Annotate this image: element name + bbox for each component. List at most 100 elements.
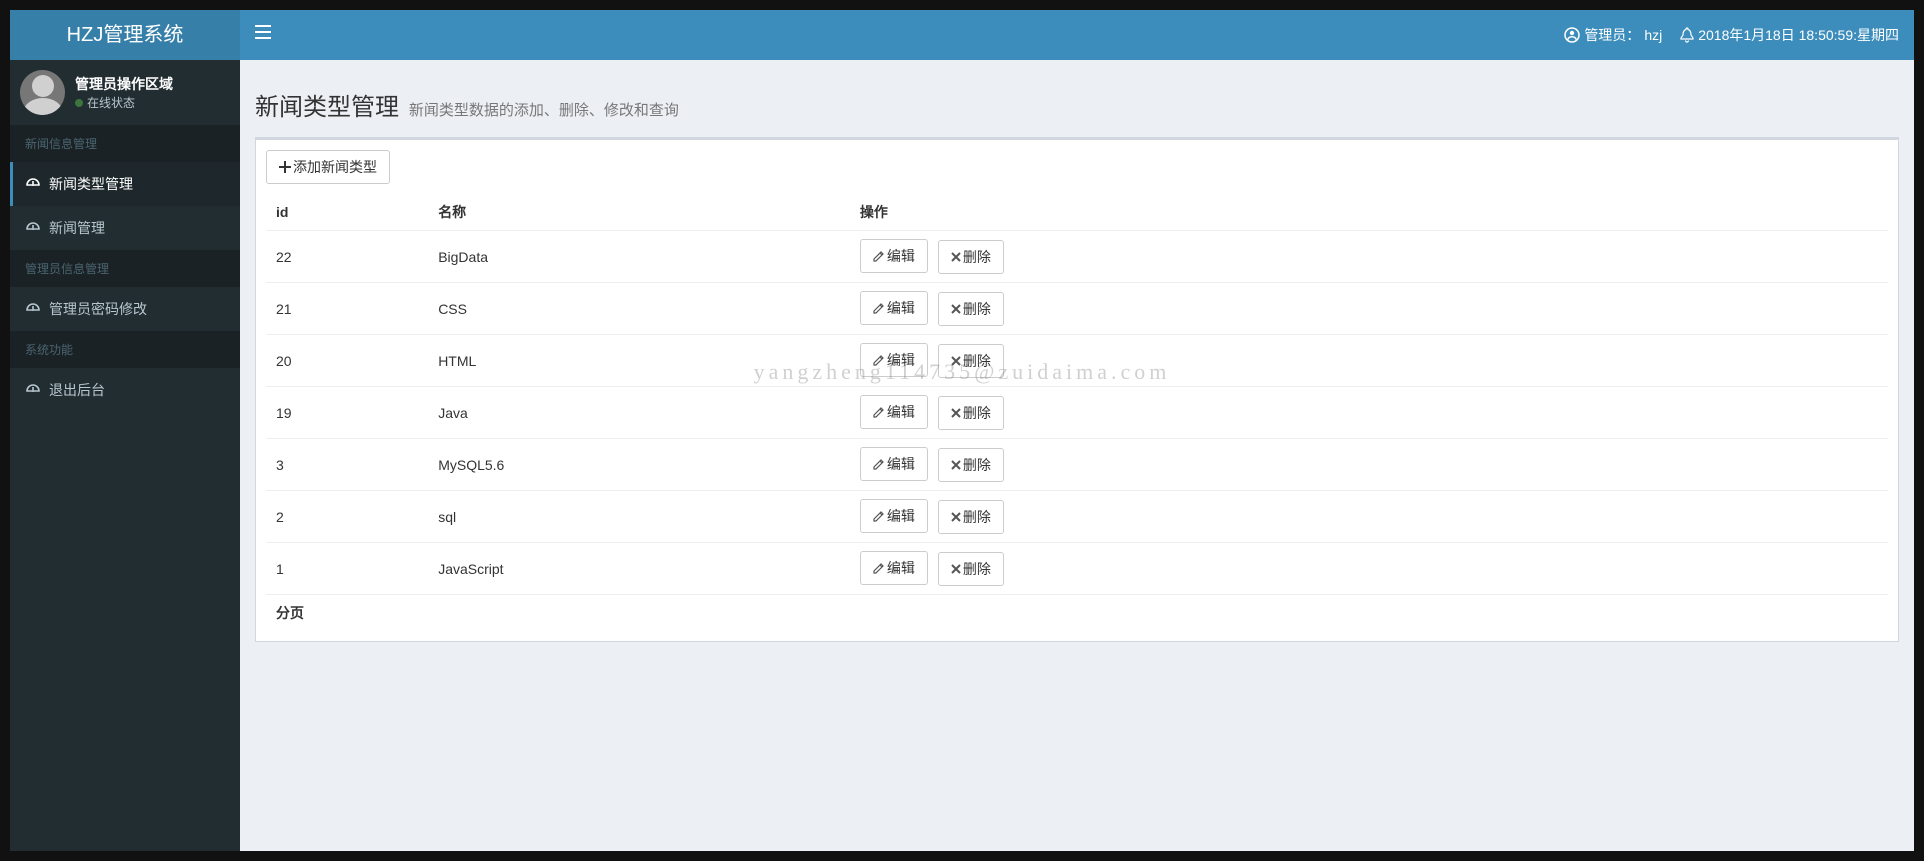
content-box: 添加新闻类型 id 名称 操作 22BigData编辑删除21CSS编辑删除20…	[255, 137, 1899, 642]
edit-button[interactable]: 编辑	[860, 343, 928, 377]
cell-name: MySQL5.6	[428, 439, 850, 491]
dashboard-icon	[25, 301, 41, 317]
table-row: 19Java 编辑 删除	[266, 387, 1888, 439]
table-row: 2sql 编辑 删除	[266, 491, 1888, 543]
edit-button[interactable]: 编辑	[860, 499, 928, 533]
edit-button[interactable]: 编辑	[860, 447, 928, 481]
cell-id: 21	[266, 283, 428, 335]
add-button-label: 添加新闻类型	[293, 157, 377, 177]
admin-info[interactable]: 管理员： hzj	[1564, 10, 1662, 60]
cell-ops: 编辑 删除	[850, 543, 1888, 595]
navbar-right: 管理员： hzj 2018年1月18日 18:50:59:星期四	[1564, 10, 1899, 60]
delete-button[interactable]: 删除	[938, 292, 1004, 326]
cell-name: CSS	[428, 283, 850, 335]
edit-icon	[873, 406, 885, 418]
header: HZJ管理系统 管理员： hzj 2	[10, 10, 1914, 60]
cell-ops: 编辑 删除	[850, 491, 1888, 543]
navbar: 管理员： hzj 2018年1月18日 18:50:59:星期四	[240, 10, 1914, 60]
close-icon	[951, 460, 961, 470]
delete-button[interactable]: 删除	[938, 344, 1004, 378]
table-row: 20HTML 编辑 删除	[266, 335, 1888, 387]
cell-id: 2	[266, 491, 428, 543]
plus-icon	[279, 161, 291, 173]
news-type-table: id 名称 操作 22BigData编辑删除21CSS编辑删除20HTML编辑删…	[266, 194, 1888, 631]
bell-icon	[1680, 27, 1694, 43]
menu-toggle-button[interactable]	[255, 10, 271, 60]
datetime-display: 2018年1月18日 18:50:59:星期四	[1680, 10, 1899, 60]
sidebar-item-admin-password[interactable]: 管理员密码修改	[10, 287, 240, 331]
cell-name: Java	[428, 387, 850, 439]
cell-id: 20	[266, 335, 428, 387]
close-icon	[951, 512, 961, 522]
delete-button[interactable]: 删除	[938, 448, 1004, 482]
close-icon	[951, 304, 961, 314]
edit-button-label: 编辑	[887, 558, 915, 578]
delete-button[interactable]: 删除	[938, 240, 1004, 274]
delete-button[interactable]: 删除	[938, 396, 1004, 430]
cell-name: HTML	[428, 335, 850, 387]
table-row: 22BigData 编辑 删除	[266, 231, 1888, 283]
delete-button-label: 删除	[963, 403, 991, 423]
cell-id: 19	[266, 387, 428, 439]
sidebar-item-news[interactable]: 新闻管理	[10, 206, 240, 250]
col-header-id: id	[266, 194, 428, 231]
close-icon	[951, 564, 961, 574]
col-header-name: 名称	[428, 194, 850, 231]
close-icon	[951, 356, 961, 366]
edit-icon	[873, 354, 885, 366]
user-panel-title: 管理员操作区域	[75, 74, 173, 94]
pager-label: 分页	[266, 595, 1888, 632]
cell-id: 1	[266, 543, 428, 595]
cell-id: 22	[266, 231, 428, 283]
table-row: 21CSS 编辑 删除	[266, 283, 1888, 335]
cell-name: sql	[428, 491, 850, 543]
brand-logo[interactable]: HZJ管理系统	[10, 10, 240, 60]
sidebar-group-header: 管理员信息管理	[10, 250, 240, 287]
pager-row: 分页	[266, 595, 1888, 632]
close-icon	[951, 408, 961, 418]
add-news-type-button[interactable]: 添加新闻类型	[266, 150, 390, 184]
edit-button[interactable]: 编辑	[860, 395, 928, 429]
edit-button[interactable]: 编辑	[860, 239, 928, 273]
dashboard-icon	[25, 382, 41, 398]
delete-button-label: 删除	[963, 299, 991, 319]
edit-icon	[873, 562, 885, 574]
edit-button[interactable]: 编辑	[860, 291, 928, 325]
table-row: 3MySQL5.6 编辑 删除	[266, 439, 1888, 491]
edit-button-label: 编辑	[887, 454, 915, 474]
edit-button-label: 编辑	[887, 350, 915, 370]
cell-id: 3	[266, 439, 428, 491]
admin-label: 管理员：	[1584, 10, 1640, 60]
cell-ops: 编辑 删除	[850, 387, 1888, 439]
online-dot-icon	[75, 99, 83, 107]
user-status-text: 在线状态	[87, 94, 135, 111]
table-row: 1JavaScript编辑删除	[266, 543, 1888, 595]
edit-button[interactable]: 编辑	[860, 551, 928, 585]
sidebar-item-news-type[interactable]: 新闻类型管理	[10, 162, 240, 206]
dashboard-icon	[25, 220, 41, 236]
datetime-text: 2018年1月18日 18:50:59:星期四	[1698, 10, 1899, 60]
user-panel: 管理员操作区域 在线状态	[10, 60, 240, 125]
edit-icon	[873, 510, 885, 522]
delete-button-label: 删除	[963, 559, 991, 579]
cell-name: BigData	[428, 231, 850, 283]
edit-icon	[873, 458, 885, 470]
user-circle-icon	[1564, 27, 1580, 43]
edit-button-label: 编辑	[887, 506, 915, 526]
col-header-ops: 操作	[850, 194, 1888, 231]
sidebar-item-logout[interactable]: 退出后台	[10, 368, 240, 412]
delete-button-label: 删除	[963, 455, 991, 475]
edit-button-label: 编辑	[887, 298, 915, 318]
content: 新闻类型管理 新闻类型数据的添加、删除、修改和查询 添加新闻类型 id 名称 操…	[240, 60, 1914, 851]
edit-button-label: 编辑	[887, 246, 915, 266]
page-title: 新闻类型管理	[255, 94, 399, 121]
close-icon	[951, 252, 961, 262]
delete-button[interactable]: 删除	[938, 500, 1004, 534]
cell-ops: 编辑 删除	[850, 439, 1888, 491]
content-header: 新闻类型管理 新闻类型数据的添加、删除、修改和查询	[255, 75, 1899, 137]
cell-ops: 编辑 删除	[850, 283, 1888, 335]
avatar	[20, 70, 65, 115]
delete-button[interactable]: 删除	[938, 552, 1004, 586]
delete-button-label: 删除	[963, 351, 991, 371]
sidebar-item-label: 新闻类型管理	[49, 174, 133, 194]
